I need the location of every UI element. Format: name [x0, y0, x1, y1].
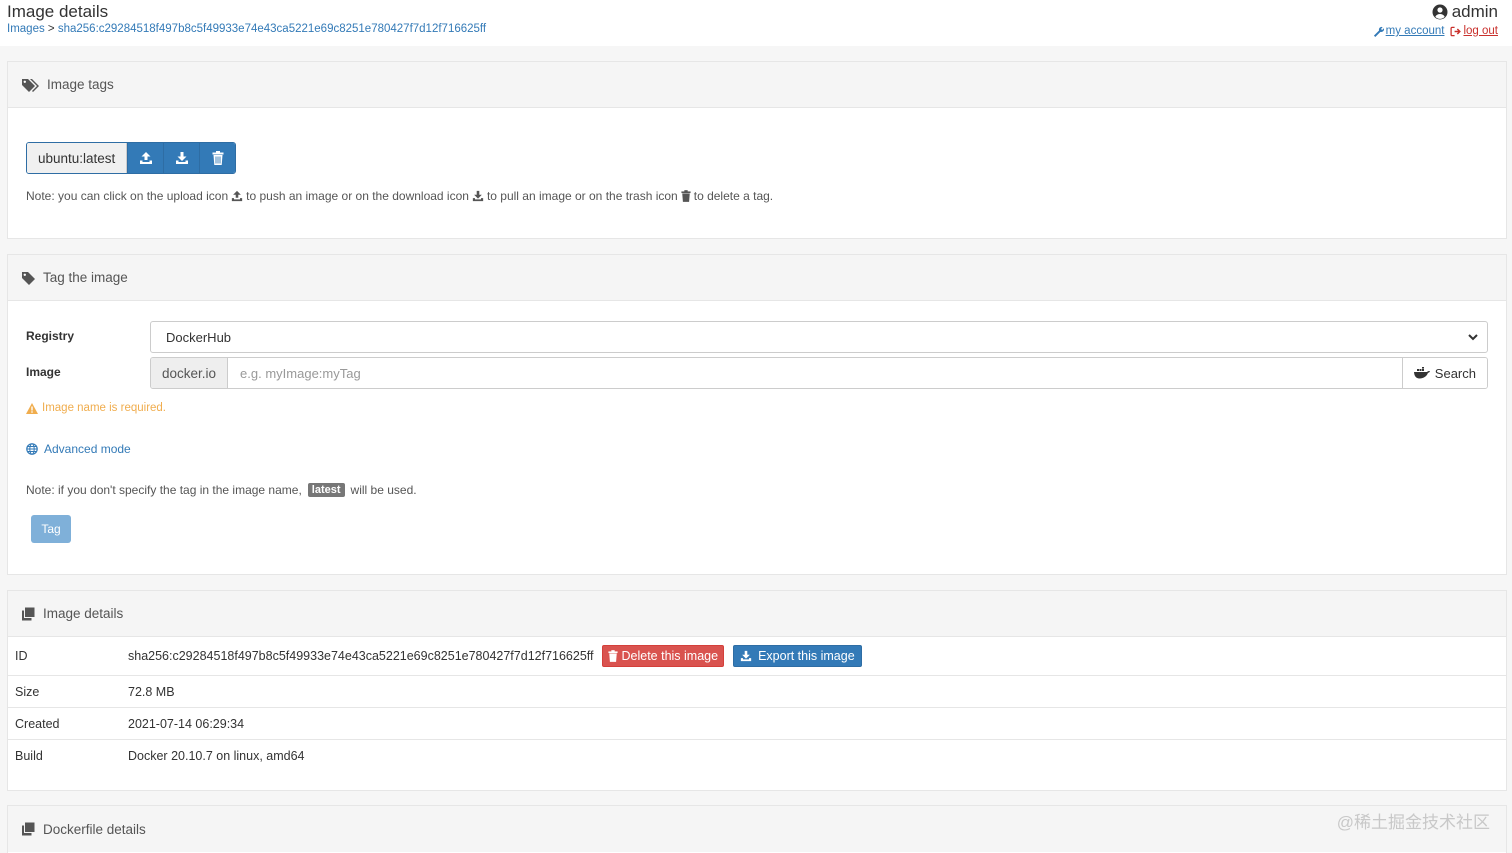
table-row: Build Docker 20.10.7 on linux, amd64	[8, 739, 1506, 771]
chevron-down-icon	[1468, 334, 1478, 341]
export-image-label: Export this image	[758, 649, 855, 663]
warning-text: Image name is required.	[42, 402, 167, 414]
row-key: Build	[15, 748, 43, 763]
top-bar: Image details Images > sha256:c29284518f…	[0, 0, 1512, 46]
panel-heading: Image details	[8, 591, 1506, 637]
registry-select[interactable]: DockerHub	[150, 321, 1488, 353]
details-table: ID sha256:c29284518f497b8c5f49933e74e43c…	[8, 637, 1506, 771]
trash-icon	[212, 151, 224, 165]
globe-icon	[26, 443, 38, 455]
tag-note-after: will be used.	[350, 483, 417, 497]
panel-title: Image details	[43, 606, 124, 621]
image-id-value: sha256:c29284518f497b8c5f49933e74e43ca52…	[128, 649, 594, 663]
warning-icon	[26, 402, 38, 414]
search-label: Search	[1434, 365, 1476, 381]
username: admin	[1451, 2, 1498, 21]
user-name-display: admin	[1373, 2, 1498, 22]
download-icon	[472, 190, 484, 202]
advanced-mode-label: Advanced mode	[44, 442, 131, 456]
table-row: Created 2021-07-14 06:29:34	[8, 707, 1506, 739]
delete-tag-button[interactable]	[199, 143, 236, 173]
delete-image-button[interactable]: Delete this image	[601, 645, 725, 667]
tag-note-before: Note: if you don't specify the tag in th…	[26, 483, 302, 497]
log-out-label: log out	[1463, 25, 1498, 37]
tag-image-panel: Tag the image Registry DockerHub Image d…	[7, 254, 1507, 575]
row-key: ID	[15, 649, 28, 663]
user-box: admin my account log out	[1373, 2, 1498, 37]
table-row: ID sha256:c29284518f497b8c5f49933e74e43c…	[8, 637, 1506, 675]
tag-form-note: Note: if you don't specify the tag in th…	[26, 483, 417, 497]
panel-heading: Tag the image	[8, 255, 1506, 301]
registry-prefix: docker.io	[151, 358, 229, 388]
panel-title: Dockerfile details	[43, 821, 146, 837]
row-value: 72.8 MB	[128, 684, 175, 699]
clone-icon	[22, 607, 35, 620]
download-icon	[175, 152, 188, 164]
row-value: 2021-07-14 06:29:34	[128, 716, 245, 731]
upload-icon	[231, 190, 243, 202]
tags-icon	[22, 78, 39, 92]
row-key: Size	[15, 684, 40, 699]
search-button[interactable]: Search	[1401, 358, 1487, 388]
latest-badge: latest	[307, 483, 345, 497]
image-name-input[interactable]	[228, 358, 1402, 388]
image-label: Image	[26, 365, 61, 379]
dockerfile-details-panel: Dockerfile details	[7, 805, 1507, 853]
trash-icon	[681, 190, 691, 202]
tags-note-part-3: to pull an image or on the trash icon	[486, 189, 678, 203]
page-title: Image details	[7, 2, 109, 21]
tags-note-part-1: Note: you can click on the upload icon	[26, 189, 229, 203]
panel-heading: Dockerfile details	[8, 806, 1506, 852]
panel-title: Tag the image	[43, 270, 128, 285]
tag-submit-button[interactable]: Tag	[31, 515, 71, 543]
row-key: Created	[15, 716, 60, 731]
image-tags-panel: Image tags ubuntu:latest Note: you can c…	[7, 61, 1507, 239]
registry-selected-value: DockerHub	[166, 329, 232, 345]
breadcrumb-current[interactable]: sha256:c29284518f497b8c5f49933e74e43ca52…	[58, 23, 486, 35]
table-row: Size 72.8 MB	[8, 675, 1506, 707]
docker-whale-icon	[1413, 367, 1430, 379]
image-input-group: docker.io Search	[150, 357, 1488, 389]
registry-label: Registry	[26, 329, 75, 343]
breadcrumb: Images > sha256:c29284518f497b8c5f49933e…	[7, 23, 486, 35]
breadcrumb-separator: >	[47, 23, 55, 35]
sign-out-icon	[1450, 26, 1462, 36]
panel-title: Image tags	[47, 77, 114, 92]
export-image-button[interactable]: Export this image	[733, 645, 862, 667]
validation-warning: Image name is required.	[26, 402, 166, 414]
image-details-panel: Image details ID sha256:c29284518f497b8c…	[7, 590, 1507, 791]
watermark: @稀土掘金技术社区	[1336, 813, 1490, 832]
panel-heading: Image tags	[8, 62, 1506, 108]
clone-icon	[22, 822, 35, 836]
my-account-label: my account	[1385, 25, 1445, 37]
breadcrumb-images-link[interactable]: Images	[7, 23, 45, 35]
user-circle-icon	[1432, 4, 1448, 20]
delete-image-label: Delete this image	[621, 649, 719, 663]
tags-note: Note: you can click on the upload icon t…	[26, 189, 773, 203]
log-out-link[interactable]: log out	[1450, 25, 1498, 37]
push-tag-button[interactable]	[127, 143, 164, 173]
row-value: sha256:c29284518f497b8c5f49933e74e43ca52…	[128, 645, 862, 667]
tags-note-part-4: to delete a tag.	[693, 189, 774, 203]
tag-icon	[22, 271, 35, 285]
my-account-link[interactable]: my account	[1373, 25, 1445, 37]
advanced-mode-link[interactable]: Advanced mode	[26, 442, 131, 456]
row-value: Docker 20.10.7 on linux, amd64	[128, 748, 305, 763]
pull-tag-button[interactable]	[163, 143, 200, 173]
upload-icon	[139, 152, 152, 164]
tag-label: ubuntu:latest	[27, 143, 128, 173]
trash-icon	[607, 650, 618, 662]
tags-note-part-2: to push an image or on the download icon	[246, 189, 469, 203]
wrench-icon	[1373, 26, 1384, 37]
tag-button-group: ubuntu:latest	[26, 142, 237, 174]
download-icon	[740, 650, 752, 662]
